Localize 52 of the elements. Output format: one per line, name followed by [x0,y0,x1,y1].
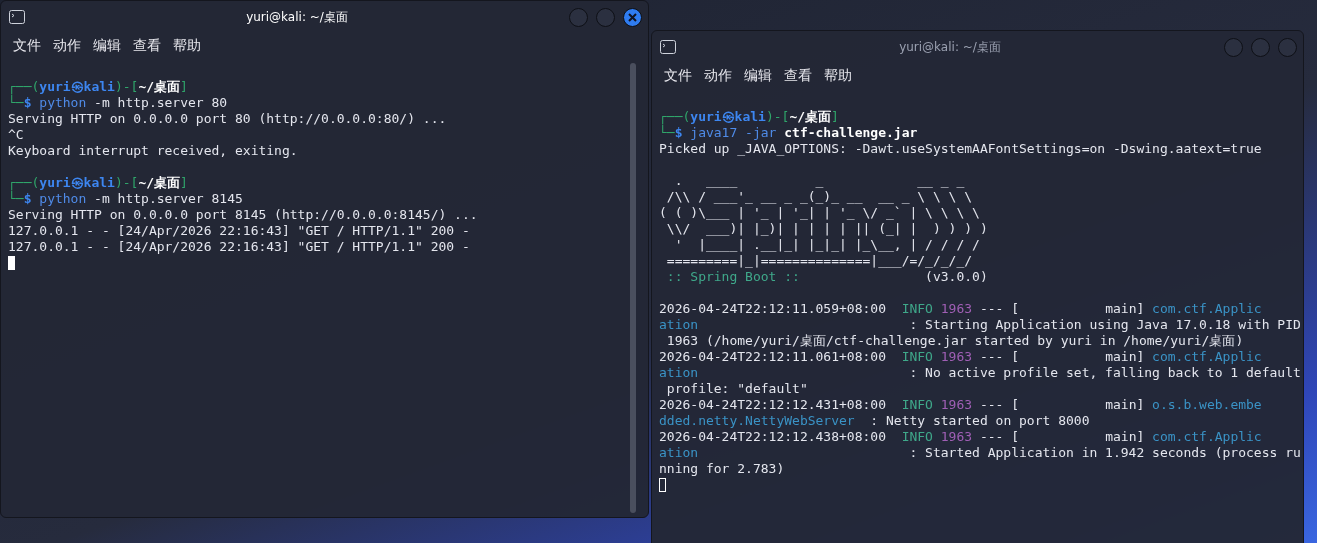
menu-item[interactable]: 动作 [47,35,87,57]
terminal-line: Serving HTTP on 0.0.0.0 port 80 (http://0.0.0.0:80/) ... [8,111,448,127]
window-title: yuri@kali: ~/桌面 [245,8,349,26]
minimize-button[interactable] [1224,37,1243,57]
terminal-line: ^C [8,127,25,143]
terminal-line: Picked up _JAVA_OPTIONS: -Dawt.useSystemAAFontSettings=on -Dswing.aatext=true [659,141,1263,157]
terminal-line: /\\ / ___'_ __ _ _(_)_ __ __ _ \ \ \ \ [665,189,974,205]
menu-item[interactable]: 编辑 [87,35,127,57]
menu-item[interactable]: 编辑 [738,65,778,87]
maximize-button[interactable] [1251,37,1270,57]
menu-item[interactable]: 帮助 [818,65,858,87]
terminal-line: 2026-04-24T22:12:11.061+08:00 INFO 1963 --- [ main] com.ctf.Applic [659,349,1263,365]
terminal-line: :: Spring Boot :: (v3.0.0) [665,269,989,285]
menu-item[interactable]: 帮助 [167,35,207,57]
terminal-line: 127.0.0.1 - - [24/Apr/2026 22:16:43] "GET / HTTP/1.1" 200 - [8,223,471,239]
terminal-line: ' |____| .__|_| |_|_| |_\__, | / / / / [673,237,981,253]
terminal-line: Keyboard interrupt received, exiting. [8,143,299,159]
terminal-line: Serving HTTP on 0.0.0.0 port 8145 (http://0.0.0.0:8145/) ... [8,207,479,223]
terminal-line: └─$ python -m http.server 8145 [8,191,244,207]
terminal-line: ation : Starting Application using Java 17.0.18 with PID [659,317,1301,333]
terminal-line: 2026-04-24T22:12:12.438+08:00 INFO 1963 --- [ main] com.ctf.Applic [659,429,1263,445]
terminal-line: . ____ _ __ _ _ [673,173,966,189]
terminal-icon [660,40,676,54]
terminal-line: 2026-04-24T22:12:12.431+08:00 INFO 1963 --- [ main] o.s.b.web.embe [659,397,1263,413]
menu-item[interactable]: 动作 [698,65,738,87]
terminal-icon [9,10,25,24]
terminal-line: \\/ ___)| |_)| | | | | || (_| | ) ) ) ) [665,221,989,237]
terminal-line: 127.0.0.1 - - [24/Apr/2026 22:16:43] "GET / HTTP/1.1" 200 - [8,239,471,255]
menu-item[interactable]: 查看 [778,65,818,87]
terminal-line: ( ( )\___ | '_ | '_| | '_ \/ _` | \ \ \ \ [659,205,981,221]
menu-item[interactable]: 文件 [7,35,47,57]
terminal-line: 2026-04-24T22:12:11.059+08:00 INFO 1963 --- [ main] com.ctf.Applic [659,301,1263,317]
terminal-line: ┌──(yuri㉿kali)-[~/桌面] [659,109,840,125]
terminal-line: ation : No active profile set, falling back to 1 default [659,365,1301,381]
terminal-line: dded.netty.NettyWebServer : Netty started on port 8000 [659,413,1091,429]
terminal-line: =========|_|==============|___/=/_/_/_/ [665,253,974,269]
terminal-line: └─$ python -m http.server 80 [8,95,229,111]
close-icon [628,12,637,22]
scrollbar[interactable] [630,63,636,513]
menu-item[interactable]: 文件 [658,65,698,87]
terminal-line: nning for 2.783) [659,461,786,477]
minimize-button[interactable] [569,7,588,27]
terminal-line: ┌──(yuri㉿kali)-[~/桌面] [8,79,189,95]
close-button[interactable] [623,7,642,27]
terminal-line: └─$ java17 -jar ctf-challenge.jar [659,125,919,141]
terminal-line: ┌──(yuri㉿kali)-[~/桌面] [8,175,189,191]
window-title: yuri@kali: ~/桌面 [898,38,1002,56]
terminal-line: ation : Started Application in 1.942 seconds (process ru [659,445,1301,461]
menu-item[interactable]: 查看 [127,35,167,57]
terminal-line: profile: "default" [665,381,809,397]
maximize-button[interactable] [596,7,615,27]
terminal-line: 1963 (/home/yuri/桌面/ctf-challenge.jar started by yuri in /home/yuri/桌面) [665,333,1245,349]
